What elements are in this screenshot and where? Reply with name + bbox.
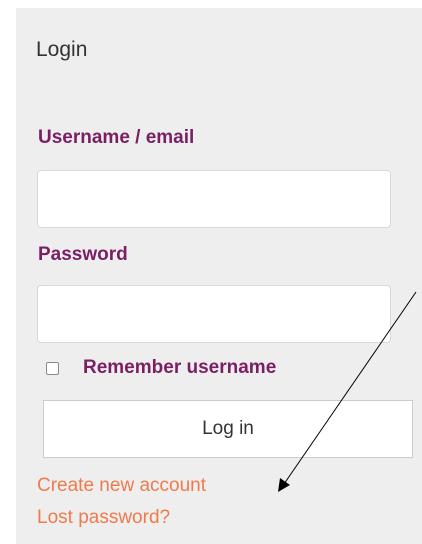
annotation-arrow — [278, 291, 417, 492]
annotation-arrow-line — [283, 291, 417, 485]
annotation-arrow-head — [278, 478, 290, 492]
